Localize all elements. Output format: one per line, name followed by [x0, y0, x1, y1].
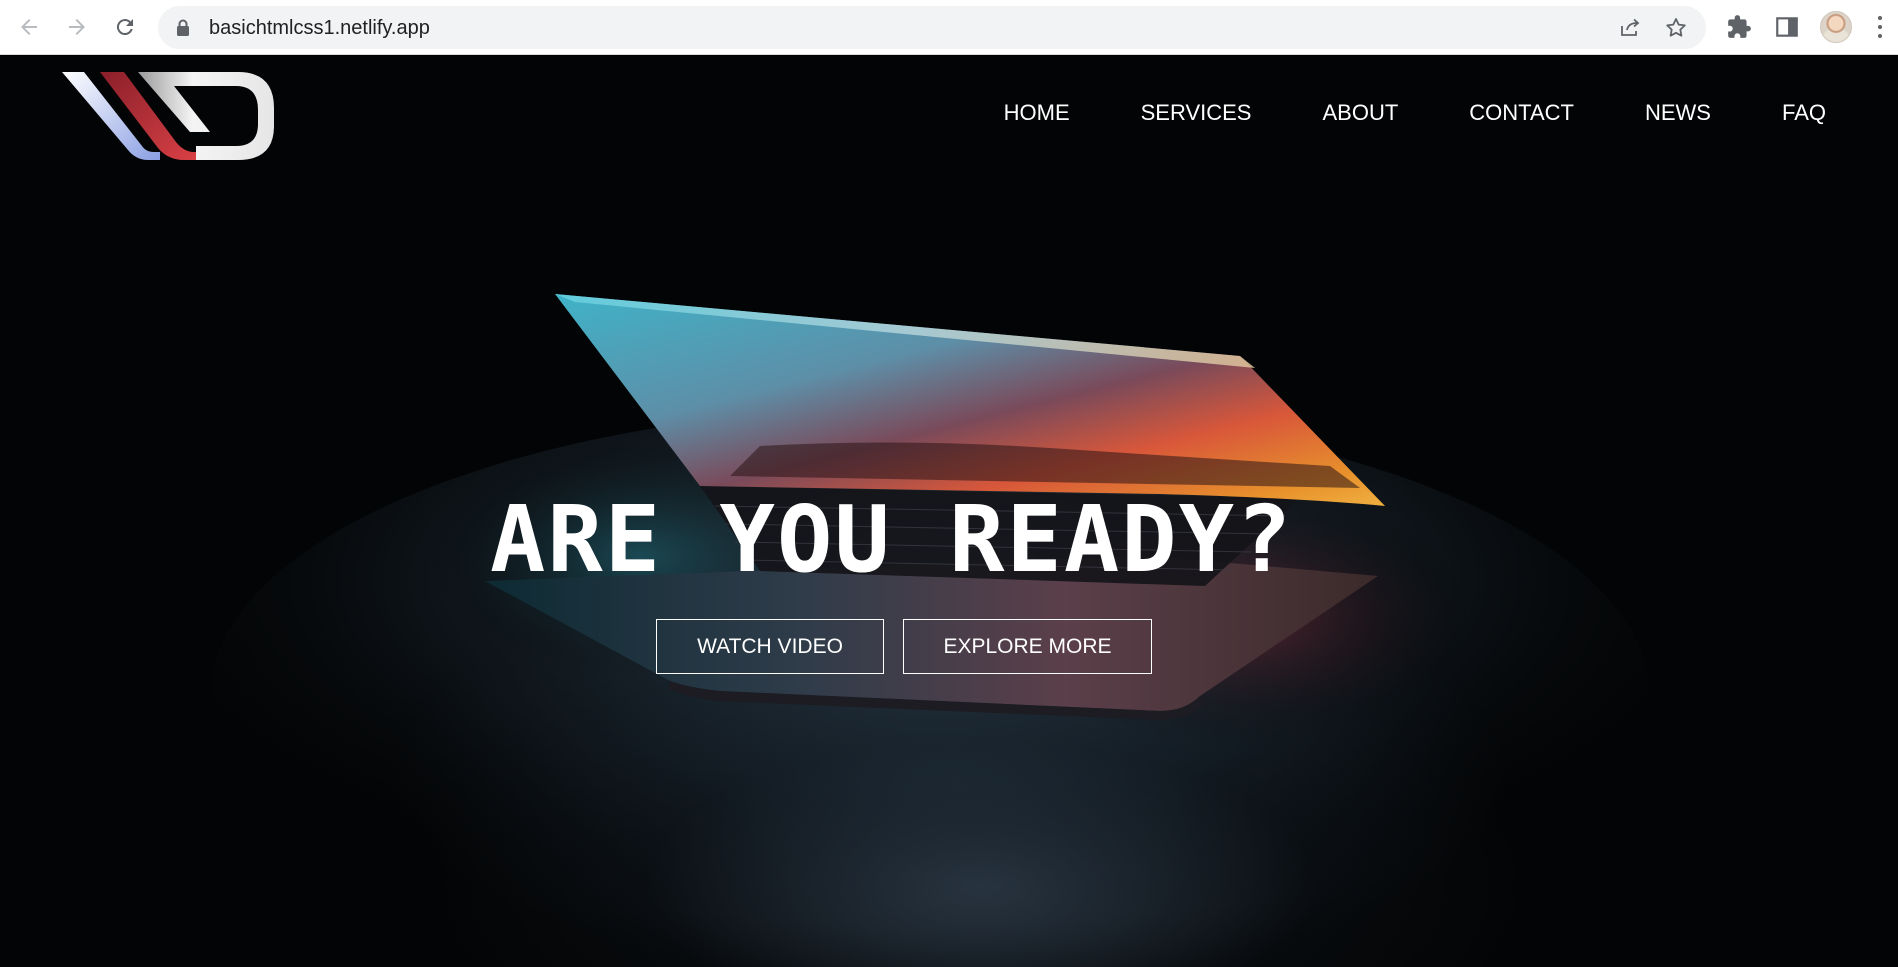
- lock-icon[interactable]: [175, 19, 191, 37]
- main-navigation: HOME SERVICES ABOUT CONTACT NEWS FAQ: [933, 100, 1826, 126]
- reload-icon[interactable]: [110, 12, 140, 42]
- site-logo: [62, 72, 274, 160]
- url-text[interactable]: basichtmlcss1.netlify.app: [209, 17, 430, 40]
- nav-home-link[interactable]: HOME: [1004, 100, 1070, 126]
- nav-about-link[interactable]: ABOUT: [1322, 100, 1398, 126]
- menu-kebab-icon[interactable]: [1874, 14, 1886, 40]
- extensions-puzzle-icon[interactable]: [1726, 14, 1752, 40]
- profile-avatar[interactable]: [1820, 11, 1852, 43]
- nav-contact-link[interactable]: CONTACT: [1469, 100, 1574, 126]
- nav-faq-link[interactable]: FAQ: [1782, 100, 1826, 126]
- side-panel-icon[interactable]: [1774, 14, 1800, 40]
- watch-video-button[interactable]: WATCH VIDEO: [656, 619, 884, 674]
- nav-services-link[interactable]: SERVICES: [1141, 100, 1252, 126]
- website-page: HOME SERVICES ABOUT CONTACT NEWS FAQ ARE…: [0, 56, 1898, 967]
- share-icon[interactable]: [1618, 16, 1642, 40]
- back-arrow-icon[interactable]: [14, 12, 44, 42]
- forward-arrow-icon[interactable]: [62, 12, 92, 42]
- bookmark-star-icon[interactable]: [1664, 16, 1688, 40]
- browser-toolbar: basichtmlcss1.netlify.app: [0, 0, 1898, 55]
- address-bar[interactable]: basichtmlcss1.netlify.app: [158, 6, 1706, 49]
- explore-more-button[interactable]: EXPLORE MORE: [903, 619, 1152, 674]
- hero-title: ARE YOU READY?: [490, 486, 1294, 593]
- nav-news-link[interactable]: NEWS: [1645, 100, 1711, 126]
- hero-section: ARE YOU READY?: [490, 494, 1302, 586]
